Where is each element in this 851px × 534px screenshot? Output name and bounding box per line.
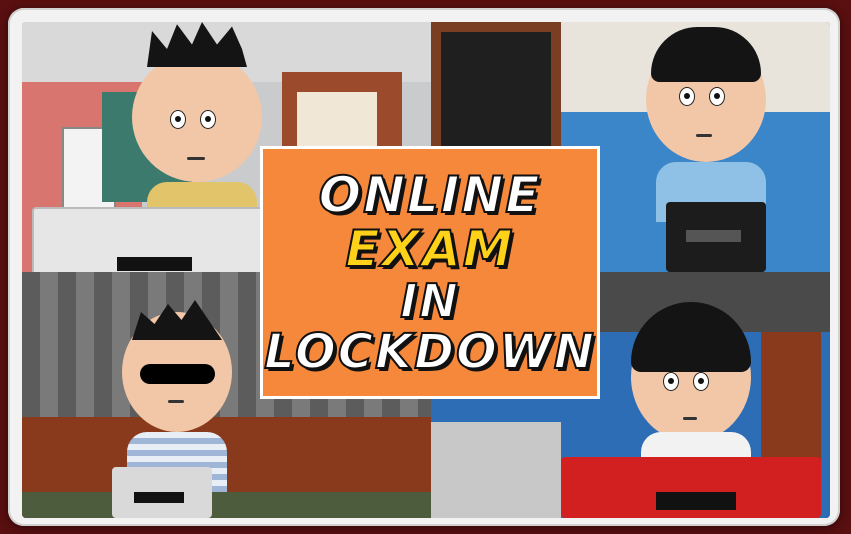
character-eye-right [709,87,725,106]
sofa [431,422,561,518]
title-line-lockdown: LOCKDOWN [263,323,596,380]
character-mouth [168,400,184,403]
side-door [761,332,821,472]
title-line-exam: EXAM [344,219,515,278]
character-mouth [696,134,712,137]
character-eye-right [693,372,709,391]
title-card: ONLINE EXAM IN LOCKDOWN [260,146,600,399]
laptop-logo [117,257,192,271]
laptop-logo [686,230,741,242]
character-eye-left [663,372,679,391]
laptop-logo [134,492,184,503]
title-line-in: IN [399,273,460,328]
sunglasses [140,364,215,384]
video-thumbnail[interactable]: ONLINE EXAM IN LOCKDOWN [22,22,830,518]
laptop-logo [656,492,736,510]
character-mouth [683,417,697,420]
character-head [132,52,262,182]
character-eye-left [679,87,695,106]
title-line-online: ONLINE [318,165,542,224]
character-eye-left [170,110,186,129]
character-mouth [187,157,205,160]
floor [22,492,431,518]
character-eye-right [200,110,216,129]
